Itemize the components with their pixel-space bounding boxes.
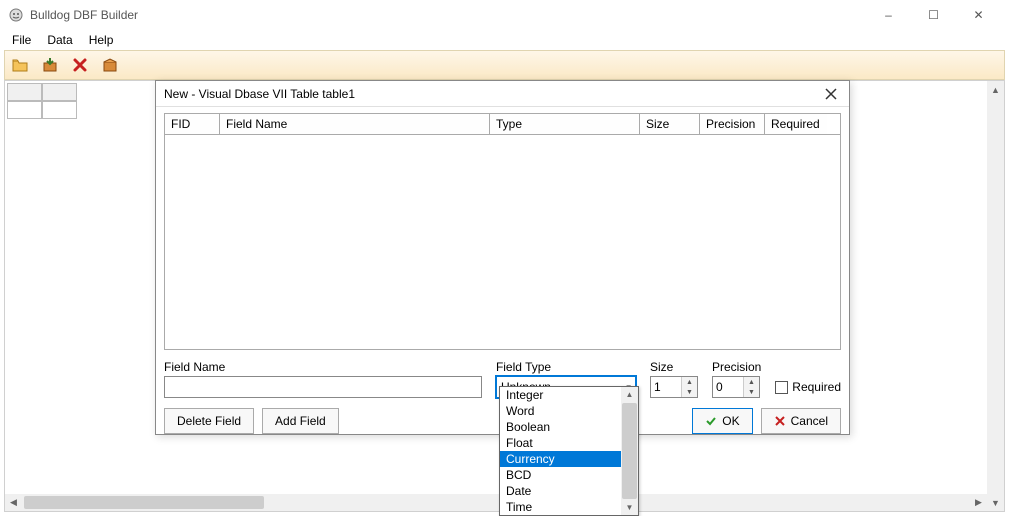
field-name-input[interactable] [164,376,482,398]
scroll-up-icon[interactable]: ▲ [621,387,638,402]
delete-field-button[interactable]: Delete Field [164,408,254,434]
col-size[interactable]: Size [640,114,700,134]
dropdown-option[interactable]: Float [500,435,621,451]
ok-button[interactable]: OK [692,408,752,434]
scroll-up-icon[interactable]: ▲ [987,81,1004,98]
window-title: Bulldog DBF Builder [30,8,866,22]
horizontal-scrollbar[interactable]: ◀ ▶ [5,494,987,511]
fields-grid-header: FID Field Name Type Size Precision Requi… [164,113,841,135]
required-label: Required [792,380,841,394]
col-precision[interactable]: Precision [700,114,765,134]
dropdown-option[interactable]: Date [500,483,621,499]
precision-spinner[interactable]: ▲▼ [712,376,760,398]
vertical-scrollbar[interactable]: ▲ ▼ [987,81,1004,511]
dropdown-option[interactable]: Time [500,499,621,515]
title-bar: Bulldog DBF Builder – ☐ ✕ [0,0,1009,30]
dialog-title: New - Visual Dbase VII Table table1 [164,87,821,101]
precision-label: Precision [712,360,761,374]
dialog-close-button[interactable] [821,84,841,104]
size-input[interactable] [651,377,681,397]
dropdown-option[interactable]: Word [500,403,621,419]
dropdown-option[interactable]: Integer [500,387,621,403]
package-down-icon[interactable] [37,53,63,77]
dropdown-option[interactable]: Boolean [500,419,621,435]
menu-help[interactable]: Help [81,31,122,49]
field-type-label: Field Type [496,360,636,374]
mini-grid-cell[interactable] [42,101,77,119]
col-fid[interactable]: FID [165,114,220,134]
export-box-icon[interactable] [97,53,123,77]
scroll-left-icon[interactable]: ◀ [5,494,22,511]
menu-file[interactable]: File [4,31,39,49]
add-field-button[interactable]: Add Field [262,408,339,434]
field-name-label: Field Name [164,360,482,374]
scroll-thumb[interactable] [24,496,264,509]
precision-input[interactable] [713,377,743,397]
required-checkbox[interactable] [775,381,788,394]
check-icon [705,415,717,427]
col-field-name[interactable]: Field Name [220,114,490,134]
x-icon [774,415,786,427]
scroll-down-icon[interactable]: ▼ [621,500,638,515]
open-folder-icon[interactable] [7,53,33,77]
cancel-button[interactable]: Cancel [761,408,841,434]
fields-grid-body[interactable] [164,135,841,350]
mini-grid-header-cell[interactable] [42,83,77,101]
col-type[interactable]: Type [490,114,640,134]
scroll-thumb[interactable] [622,403,637,499]
size-spinner[interactable]: ▲▼ [650,376,698,398]
menu-bar: File Data Help [0,30,1009,50]
col-required[interactable]: Required [765,114,827,134]
dropdown-option[interactable]: BCD [500,467,621,483]
menu-data[interactable]: Data [39,31,80,49]
size-label: Size [650,360,698,374]
app-icon [8,7,24,23]
scroll-right-icon[interactable]: ▶ [970,494,987,511]
spin-up-icon[interactable]: ▲ [744,377,759,387]
dropdown-scrollbar[interactable]: ▲ ▼ [621,387,638,515]
delete-x-icon[interactable] [67,53,93,77]
spin-down-icon[interactable]: ▼ [682,387,697,397]
spin-up-icon[interactable]: ▲ [682,377,697,387]
mini-grid-header-cell[interactable] [7,83,42,101]
new-table-dialog: New - Visual Dbase VII Table table1 FID … [155,80,850,435]
spin-down-icon[interactable]: ▼ [744,387,759,397]
maximize-button[interactable]: ☐ [911,0,956,30]
dropdown-option[interactable]: Currency [500,451,621,467]
close-button[interactable]: ✕ [956,0,1001,30]
toolbar [4,50,1005,80]
scroll-down-icon[interactable]: ▼ [987,494,1004,511]
field-type-dropdown-list[interactable]: IntegerWordBooleanFloatCurrencyBCDDateTi… [499,386,639,516]
mini-grid [7,83,77,119]
mini-grid-cell[interactable] [7,101,42,119]
minimize-button[interactable]: – [866,0,911,30]
